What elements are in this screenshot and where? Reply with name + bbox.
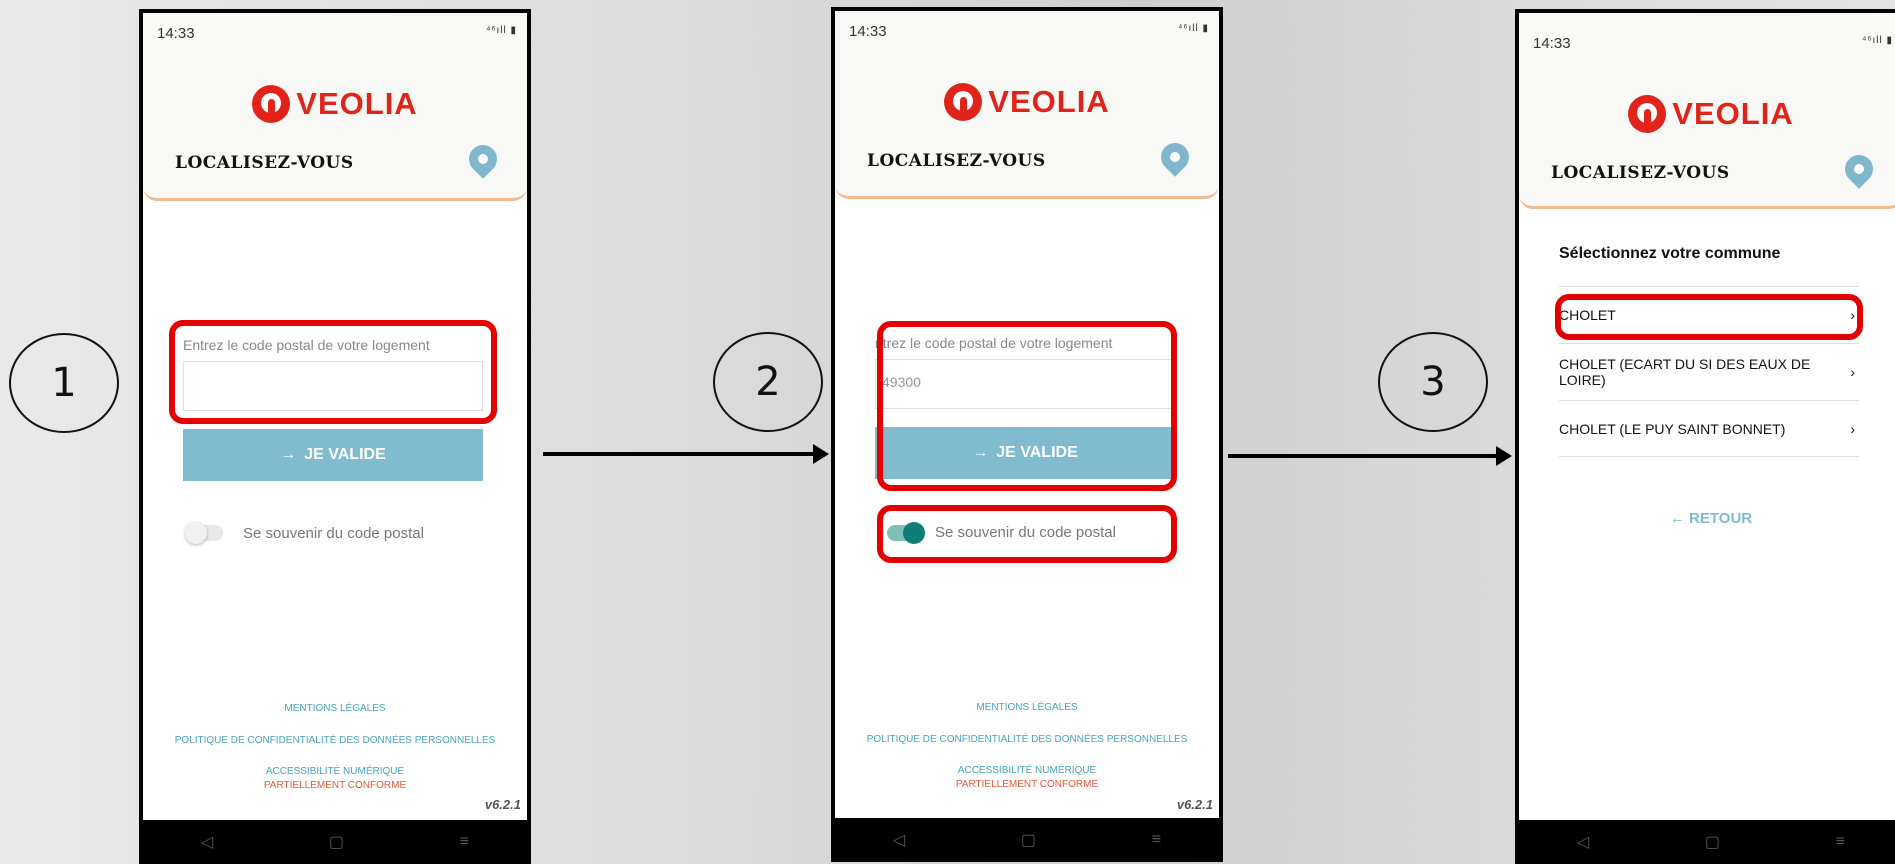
legal-notice-link[interactable]: MENTIONS LÉGALES [835,702,1219,713]
step-arrow-1-to-2 [543,444,829,464]
toggle-knob [903,522,925,544]
app-version: v6.2.1 [1176,797,1213,812]
postal-code-label: Entrez le code postal de votre logement [183,337,430,353]
privacy-policy-link[interactable]: POLITIQUE DE CONFIDENTIALITÉ DES DONNÉES… [143,735,527,746]
android-nav-bar: ◁ ▢ ≡ [1519,820,1895,864]
phone-screen-step-1: 14:33 ⁴⁶ıll ▮ VEOLIA LOCALISEZ-VOUS Entr… [139,9,531,864]
veolia-logo: VEOLIA [1519,95,1895,133]
status-time: 14:33 [849,23,887,40]
signal-battery-icon: ⁴⁶ıll ▮ [486,25,517,36]
step-arrow-2-to-3 [1228,446,1512,466]
status-bar: 14:33 ⁴⁶ıll ▮ [157,25,517,42]
nav-home-icon[interactable]: ▢ [1021,830,1036,850]
app-header: 14:33 ⁴⁶ıll ▮ VEOLIA LOCALISEZ-VOUS [1519,13,1895,209]
validate-button[interactable]: → JE VALIDE [183,429,483,481]
arrow-right-icon: → [280,446,297,463]
chevron-right-icon: › [1850,307,1855,323]
location-pin-icon[interactable] [1155,137,1195,177]
accessibility-link[interactable]: ACCESSIBILITÉ NUMÉRIQUE [835,765,1219,776]
postal-code-label: ntrez le code postal de votre logement [875,335,1113,351]
app-header: 14:33 ⁴⁶ıll ▮ VEOLIA LOCALISEZ-VOUS [835,11,1219,199]
remember-postal-code-toggle[interactable] [887,522,925,544]
legal-notice-link[interactable]: MENTIONS LÉGALES [143,703,527,714]
commune-name: CHOLET [1559,307,1616,323]
nav-back-icon[interactable]: ◁ [893,830,905,850]
nav-back-icon[interactable]: ◁ [201,832,213,852]
header-title: LOCALISEZ-VOUS [175,153,354,173]
status-bar: 14:33 ⁴⁶ıll ▮ [1533,35,1893,52]
step-number-2: 2 [713,332,823,432]
validate-button[interactable]: → JE VALIDE [875,427,1175,479]
veolia-logo-text: VEOLIA [988,84,1110,119]
location-pin-icon[interactable] [463,139,503,179]
chevron-right-icon: › [1850,420,1855,437]
header-title: LOCALISEZ-VOUS [867,151,1046,171]
commune-item-cholet-puy[interactable]: CHOLET (LE PUY SAINT BONNET) › [1559,400,1859,457]
conformity-status: PARTIELLEMENT CONFORME [263,780,407,791]
commune-item-cholet-ecart[interactable]: CHOLET (ECART DU SI DES EAUX DE LOIRE) › [1559,343,1859,400]
veolia-logo-icon [944,83,983,121]
phone-screen-step-2: 14:33 ⁴⁶ıll ▮ VEOLIA LOCALISEZ-VOUS ntre… [831,7,1223,862]
veolia-logo: VEOLIA [835,83,1219,121]
nav-menu-icon[interactable]: ≡ [460,833,469,851]
chevron-right-icon: › [1850,364,1855,380]
app-header: 14:33 ⁴⁶ıll ▮ VEOLIA LOCALISEZ-VOUS [143,13,527,201]
phone-screen-step-3: 14:33 ⁴⁶ıll ▮ VEOLIA LOCALISEZ-VOUS Séle… [1515,9,1895,864]
validate-button-label: JE VALIDE [996,444,1078,461]
nav-back-icon[interactable]: ◁ [1577,832,1589,852]
signal-battery-icon: ⁴⁶ıll ▮ [1178,23,1209,34]
back-button-label: RETOUR [1689,510,1753,527]
android-nav-bar: ◁ ▢ ≡ [143,820,527,864]
privacy-policy-link[interactable]: POLITIQUE DE CONFIDENTIALITÉ DES DONNÉES… [835,734,1219,745]
toggle-knob [185,522,207,544]
commune-item-cholet[interactable]: CHOLET › [1559,286,1859,343]
veolia-logo-text: VEOLIA [1672,96,1794,131]
step-number-3: 3 [1378,332,1488,432]
validate-button-label: JE VALIDE [304,446,386,463]
app-version: v6.2.1 [484,797,521,812]
veolia-logo-icon [252,85,291,123]
status-time: 14:33 [157,25,195,42]
back-button[interactable]: ← RETOUR [1519,510,1895,527]
status-bar: 14:33 ⁴⁶ıll ▮ [849,23,1209,40]
arrow-left-icon: ← [1669,510,1685,527]
veolia-logo: VEOLIA [143,85,527,123]
nav-menu-icon[interactable]: ≡ [1836,833,1845,851]
header-title: LOCALISEZ-VOUS [1551,163,1730,183]
nav-menu-icon[interactable]: ≡ [1152,831,1161,849]
postal-code-input[interactable] [183,361,483,411]
postal-code-input[interactable]: 49300 [875,359,1175,409]
signal-battery-icon: ⁴⁶ıll ▮ [1862,35,1893,46]
nav-home-icon[interactable]: ▢ [1705,832,1720,852]
arrow-right-icon: → [972,444,989,461]
remember-postal-code-toggle[interactable] [185,522,223,544]
location-pin-icon[interactable] [1839,149,1879,189]
status-time: 14:33 [1533,35,1571,52]
commune-name: CHOLET (LE PUY SAINT BONNET) [1559,420,1786,437]
android-nav-bar: ◁ ▢ ≡ [835,818,1219,862]
nav-home-icon[interactable]: ▢ [329,832,344,852]
select-commune-title: Sélectionnez votre commune [1559,245,1781,262]
remember-postal-code-label: Se souvenir du code postal [243,525,424,542]
veolia-logo-text: VEOLIA [296,86,418,121]
commune-name: CHOLET (ECART DU SI DES EAUX DE LOIRE) [1559,356,1811,388]
conformity-status: PARTIELLEMENT CONFORME [955,779,1099,790]
accessibility-link[interactable]: ACCESSIBILITÉ NUMÉRIQUE [143,766,527,777]
veolia-logo-icon [1628,95,1667,133]
step-number-1: 1 [9,333,119,433]
remember-postal-code-label: Se souvenir du code postal [935,524,1116,541]
